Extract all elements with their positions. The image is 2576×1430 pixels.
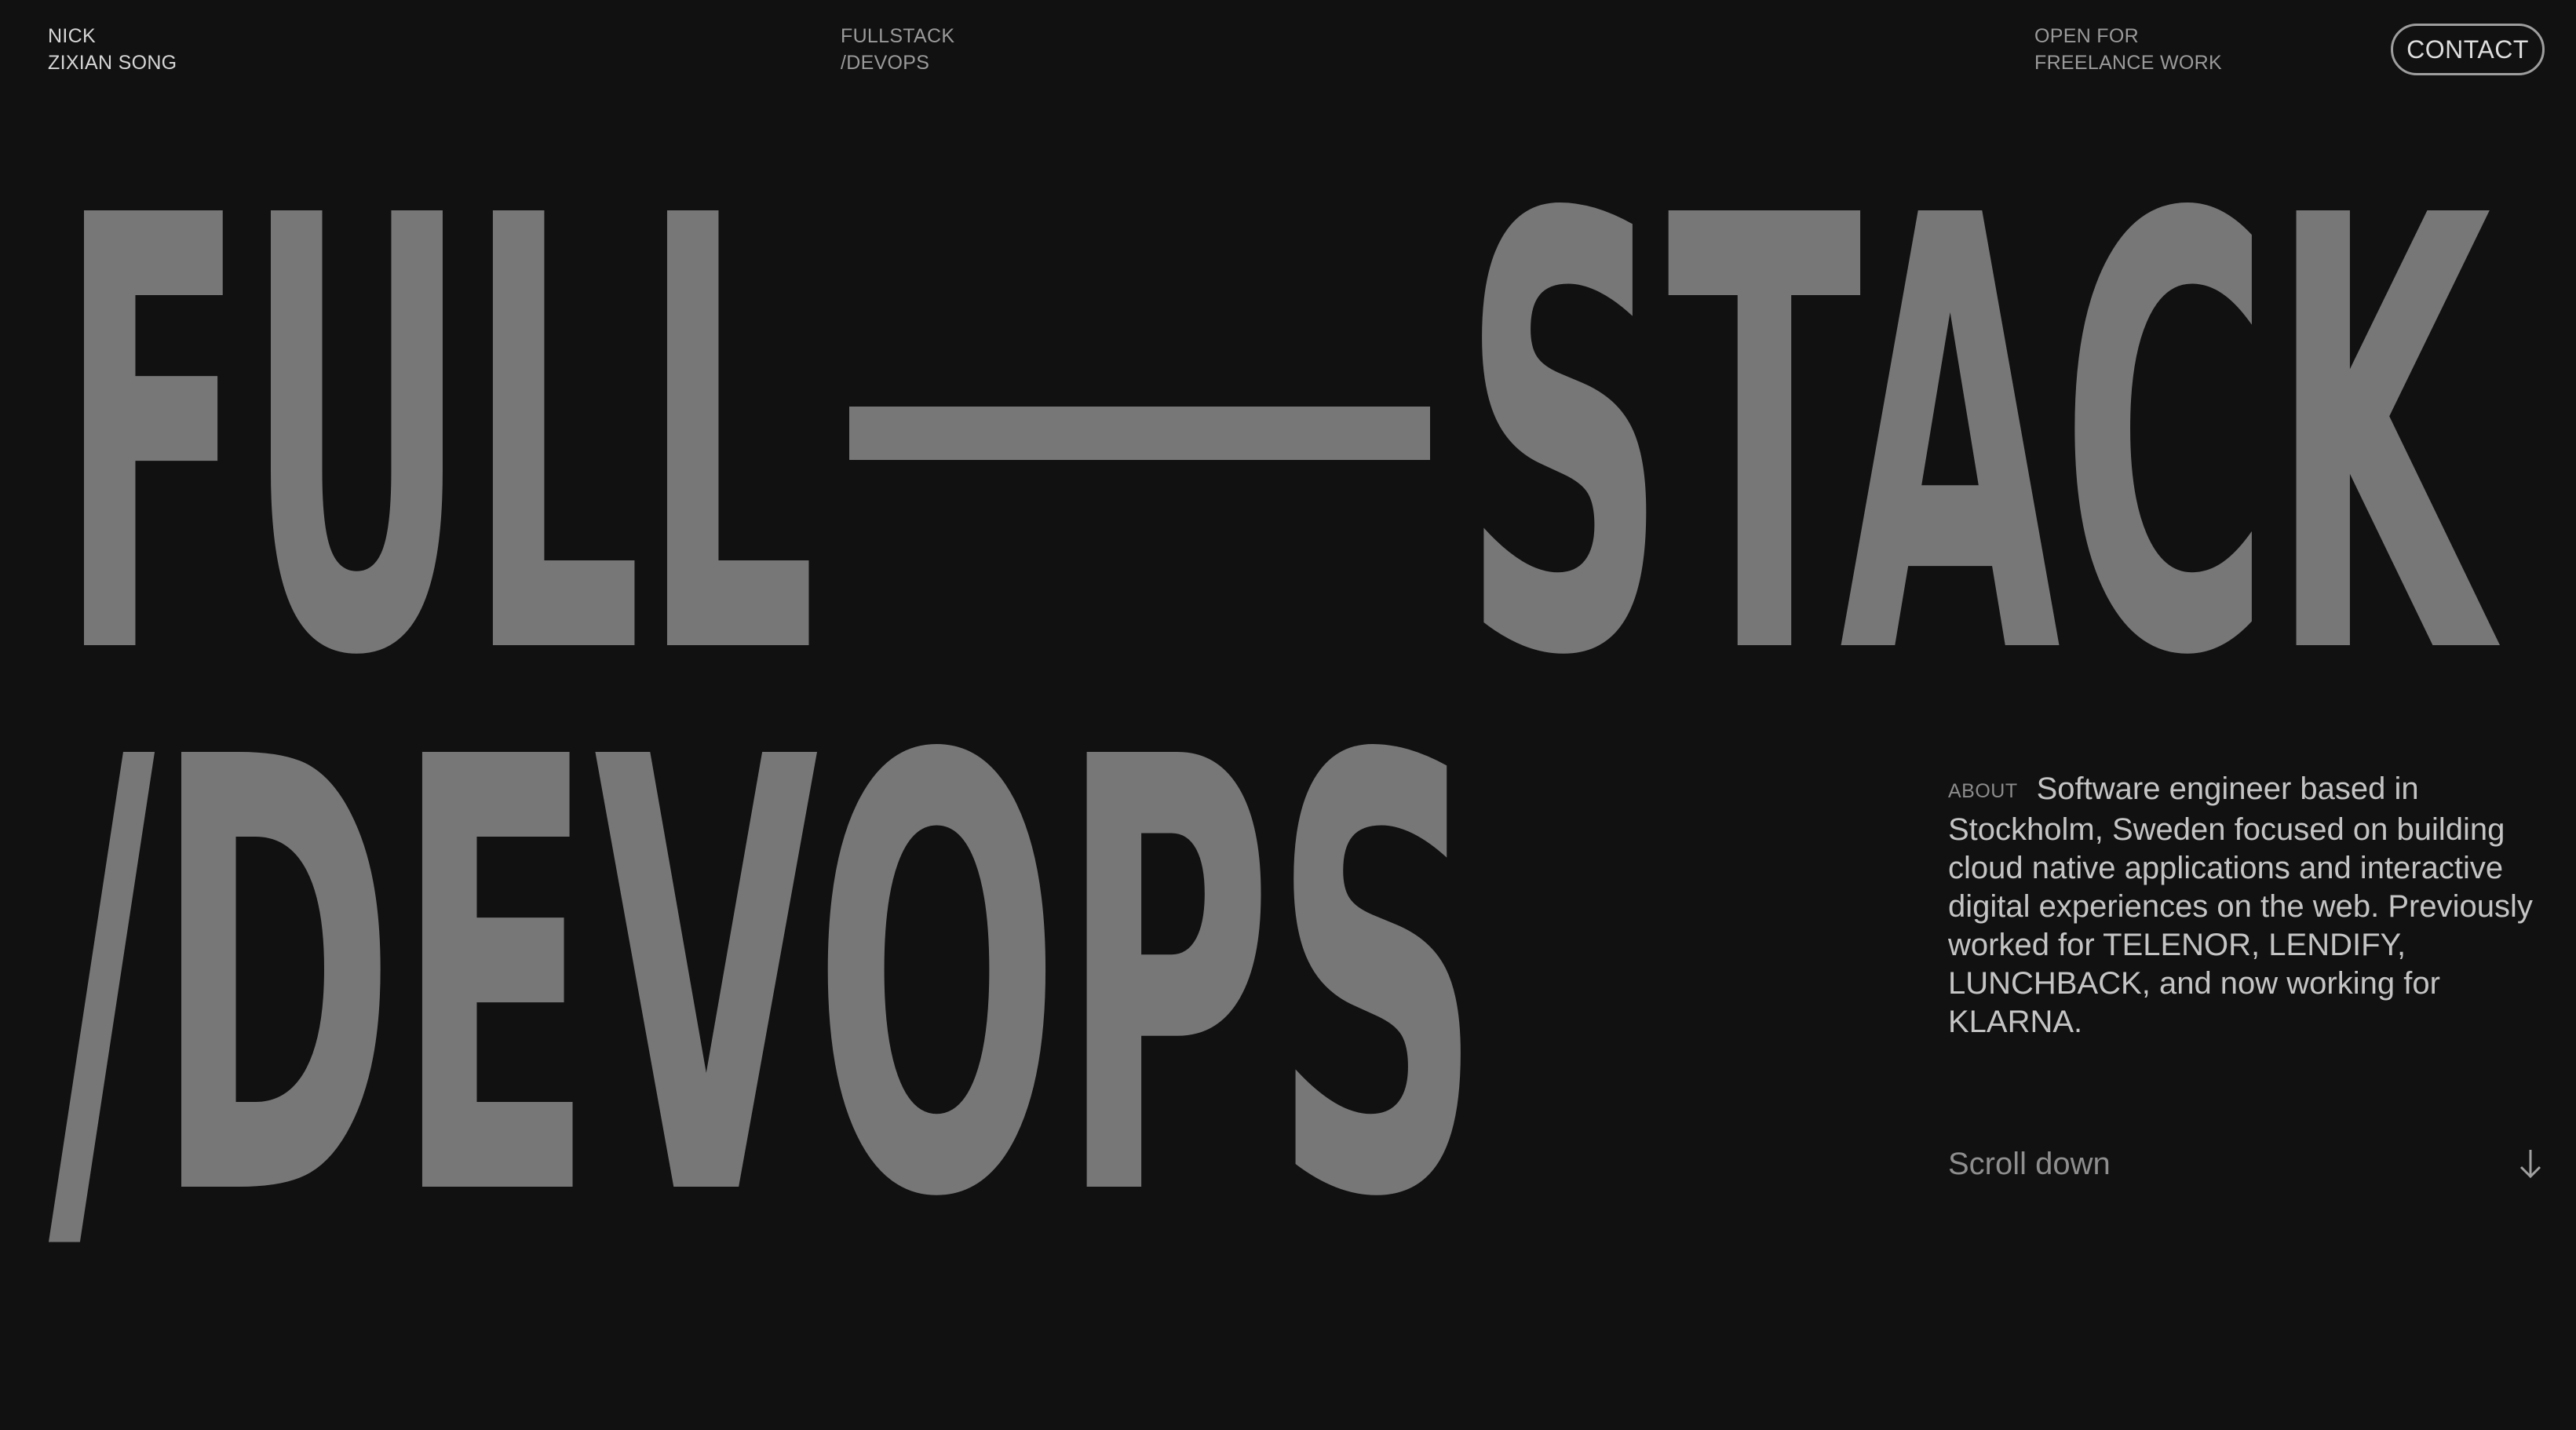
about-text: Software engineer based in Stockholm, Sw… [1948,772,2533,1039]
about-label: ABOUT [1948,780,2018,802]
scroll-down-label: Scroll down [1948,1147,2111,1181]
arrow-down-icon [2519,1150,2541,1179]
hero-word-stack: STACK [1461,93,2502,786]
scroll-down-button[interactable]: Scroll down [1948,1142,2545,1186]
hero-headline: FULL STACK /DEVOPS [49,93,2502,1328]
hero-word-devops: /DEVOPS [49,634,1482,1328]
hero-dash-icon [849,407,1430,460]
about-section: ABOUT Software engineer based in Stockhol… [1948,770,2552,1041]
